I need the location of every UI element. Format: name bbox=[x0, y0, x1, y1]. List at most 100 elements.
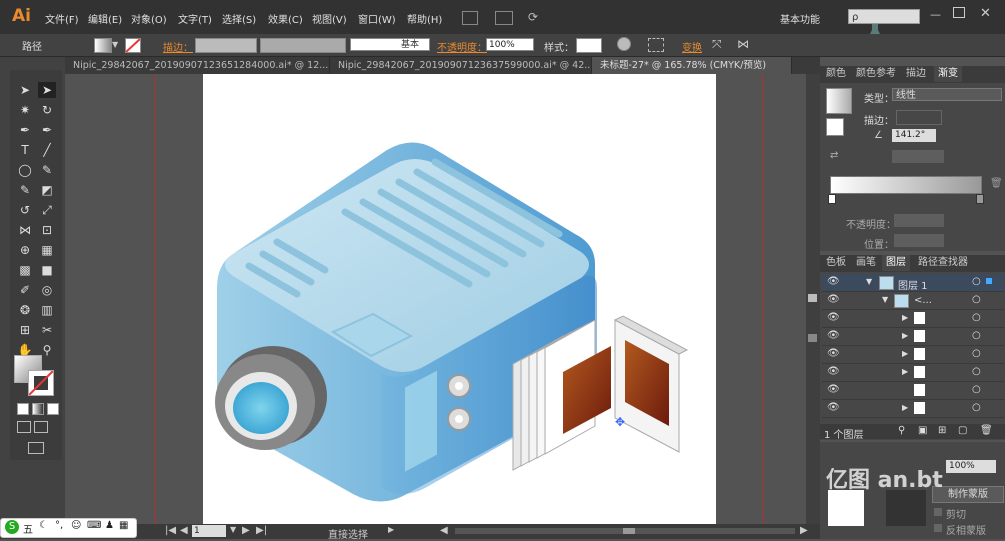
menu-select[interactable]: 选择(S) bbox=[222, 11, 256, 26]
menu-type[interactable]: 文字(T) bbox=[178, 11, 212, 26]
tab-layers[interactable]: 图层 bbox=[882, 255, 910, 271]
tab-doc-1[interactable]: Nipic_29842067_20190907123651284000.ai* … bbox=[65, 57, 330, 74]
brush-definition-select[interactable]: 基本 bbox=[350, 38, 430, 51]
smile-icon[interactable]: ☺ bbox=[71, 520, 81, 531]
target-icon[interactable]: ○ bbox=[972, 348, 981, 359]
perspective-grid-icon[interactable]: ▦ bbox=[38, 242, 56, 258]
tab-doc-2[interactable]: Nipic_29842067_20190907123637599000.ai* … bbox=[330, 57, 592, 74]
target-icon[interactable]: ○ bbox=[972, 330, 981, 341]
projector-illustration[interactable]: ✥ bbox=[203, 74, 716, 524]
layer-item-row[interactable]: 👁 ▶ ○ bbox=[822, 346, 1004, 364]
tab-color[interactable]: 颜色 bbox=[822, 66, 850, 82]
rotate-tool-icon[interactable]: ↺ bbox=[16, 202, 34, 218]
artboard-dropdown-icon[interactable]: ▼ bbox=[230, 525, 236, 534]
group-row[interactable]: 👁 ▼ <... ○ bbox=[822, 292, 1004, 310]
menu-help[interactable]: 帮助(H) bbox=[407, 11, 442, 26]
draw-mode-icon[interactable] bbox=[17, 421, 31, 433]
stop-opacity-field[interactable] bbox=[894, 214, 944, 227]
stroke-label[interactable]: 描边： bbox=[163, 39, 193, 54]
color-mode-icon[interactable] bbox=[17, 403, 29, 415]
scroll-up-icon[interactable] bbox=[808, 294, 817, 302]
slice-tool-icon[interactable]: ✂ bbox=[38, 322, 56, 338]
magic-wand-icon[interactable]: ✷ bbox=[16, 102, 34, 118]
target-icon[interactable]: ○ bbox=[972, 402, 981, 413]
none-mode-icon[interactable] bbox=[47, 403, 59, 415]
gradient-stop-left[interactable] bbox=[828, 194, 836, 204]
eye-icon[interactable]: 👁 bbox=[827, 312, 840, 323]
mesh-tool-icon[interactable]: ▩ bbox=[16, 262, 34, 278]
envelope-icon[interactable]: ⋈ bbox=[737, 37, 749, 51]
target-icon[interactable]: ○ bbox=[972, 366, 981, 377]
layer-item-row[interactable]: 👁 ▶ ○ bbox=[822, 400, 1004, 418]
pen-tool-icon[interactable]: ✒ bbox=[16, 122, 34, 138]
isolate-icon[interactable]: ⤧ bbox=[712, 37, 722, 52]
eye-icon[interactable]: 👁 bbox=[827, 348, 840, 359]
target-icon[interactable]: ○ bbox=[972, 294, 981, 305]
last-artboard-icon[interactable]: ▶| bbox=[256, 525, 267, 536]
layer-item-row[interactable]: 👁 ○ bbox=[822, 382, 1004, 400]
artboard[interactable]: ✥ bbox=[203, 74, 716, 524]
chevron-right-icon[interactable]: ▶ bbox=[902, 349, 908, 358]
target-icon[interactable]: ○ bbox=[972, 312, 981, 323]
gradient-preview-swatch[interactable] bbox=[826, 88, 852, 114]
mask-thumbnail[interactable] bbox=[886, 490, 926, 526]
menu-file[interactable]: 文件(F) bbox=[45, 11, 79, 26]
chevron-down-icon[interactable]: ▼ bbox=[112, 40, 118, 49]
first-artboard-icon[interactable]: |◀ bbox=[165, 525, 176, 536]
scroll-right-icon[interactable]: ▶ bbox=[800, 525, 808, 536]
transform-link[interactable]: 变换 bbox=[682, 39, 702, 54]
aspect-ratio-field[interactable] bbox=[892, 150, 944, 163]
delete-layer-icon[interactable]: 🗑 bbox=[980, 425, 993, 436]
new-sublayer-icon[interactable]: ⊞ bbox=[938, 425, 946, 436]
type-tool-icon[interactable]: T bbox=[16, 142, 34, 158]
angle-field[interactable]: 141.2° bbox=[892, 129, 936, 142]
opacity-field[interactable]: 100% bbox=[486, 38, 534, 51]
gradient-tool-icon[interactable]: ■ bbox=[38, 262, 56, 278]
scroll-left-icon[interactable]: ◀ bbox=[440, 525, 448, 536]
punctuation-icon[interactable]: °, bbox=[55, 520, 63, 531]
line-tool-icon[interactable]: ╱ bbox=[38, 142, 56, 158]
clip-checkbox[interactable] bbox=[934, 508, 942, 516]
invert-mask-checkbox[interactable] bbox=[934, 524, 942, 532]
new-layer-icon[interactable]: ▢ bbox=[958, 425, 967, 436]
blend-tool-icon[interactable]: ◎ bbox=[38, 282, 56, 298]
stroke-swatch[interactable] bbox=[125, 38, 141, 53]
user-icon[interactable]: ♟ bbox=[105, 520, 114, 531]
keyboard-icon[interactable]: ⌨ bbox=[87, 520, 101, 531]
chevron-down-icon[interactable]: ▼ bbox=[882, 295, 888, 304]
anchor-point-marker[interactable]: ✥ bbox=[615, 415, 625, 429]
reverse-gradient-icon[interactable]: ⇄ bbox=[830, 150, 838, 161]
free-transform-icon[interactable]: ⊡ bbox=[38, 222, 56, 238]
align-icon[interactable] bbox=[648, 38, 664, 52]
close-button[interactable]: ✕ bbox=[980, 6, 991, 21]
screen-mode-icon[interactable] bbox=[28, 442, 44, 454]
layer-item-row[interactable]: 👁 ▶ ○ bbox=[822, 364, 1004, 382]
variable-width-profile[interactable] bbox=[260, 38, 346, 53]
eye-icon[interactable]: 👁 bbox=[827, 384, 840, 395]
next-artboard-icon[interactable]: ▶ bbox=[242, 525, 250, 536]
layer-name[interactable]: 图层 1 bbox=[898, 277, 928, 292]
minimize-button[interactable]: — bbox=[930, 8, 941, 21]
ellipse-tool-icon[interactable]: ◯ bbox=[16, 162, 34, 178]
tab-gradient[interactable]: 渐变 bbox=[934, 66, 962, 82]
tab-color-guide[interactable]: 颜色参考 bbox=[852, 66, 900, 82]
workspace-switcher[interactable]: 基本功能 bbox=[780, 11, 820, 26]
tab-pathfinder[interactable]: 路径查找器 bbox=[914, 255, 972, 271]
gradient-stop-right[interactable] bbox=[976, 194, 984, 204]
menu-effect[interactable]: 效果(C) bbox=[268, 11, 303, 26]
selection-tool-icon[interactable]: ➤ bbox=[16, 82, 34, 98]
menu-window[interactable]: 窗口(W) bbox=[358, 11, 396, 26]
graphic-style-swatch[interactable] bbox=[576, 38, 602, 53]
opacity-label[interactable]: 不透明度： bbox=[437, 39, 487, 54]
scale-tool-icon[interactable]: ⤢ bbox=[38, 202, 56, 218]
artboard-tool-icon[interactable]: ⊞ bbox=[16, 322, 34, 338]
pencil-tool-icon[interactable]: ✎ bbox=[16, 182, 34, 198]
paintbrush-icon[interactable]: ✎ bbox=[38, 162, 56, 178]
symbol-sprayer-icon[interactable]: ❂ bbox=[16, 302, 34, 318]
tab-stroke[interactable]: 描边 bbox=[902, 66, 930, 82]
transparency-opacity-field[interactable]: 100% bbox=[946, 460, 996, 473]
layer-row[interactable]: 👁 ▼ 图层 1 ○ bbox=[822, 274, 1004, 292]
group-name[interactable]: <... bbox=[914, 295, 932, 306]
curvature-tool-icon[interactable]: ✒ bbox=[38, 122, 56, 138]
draw-behind-icon[interactable] bbox=[34, 421, 48, 433]
